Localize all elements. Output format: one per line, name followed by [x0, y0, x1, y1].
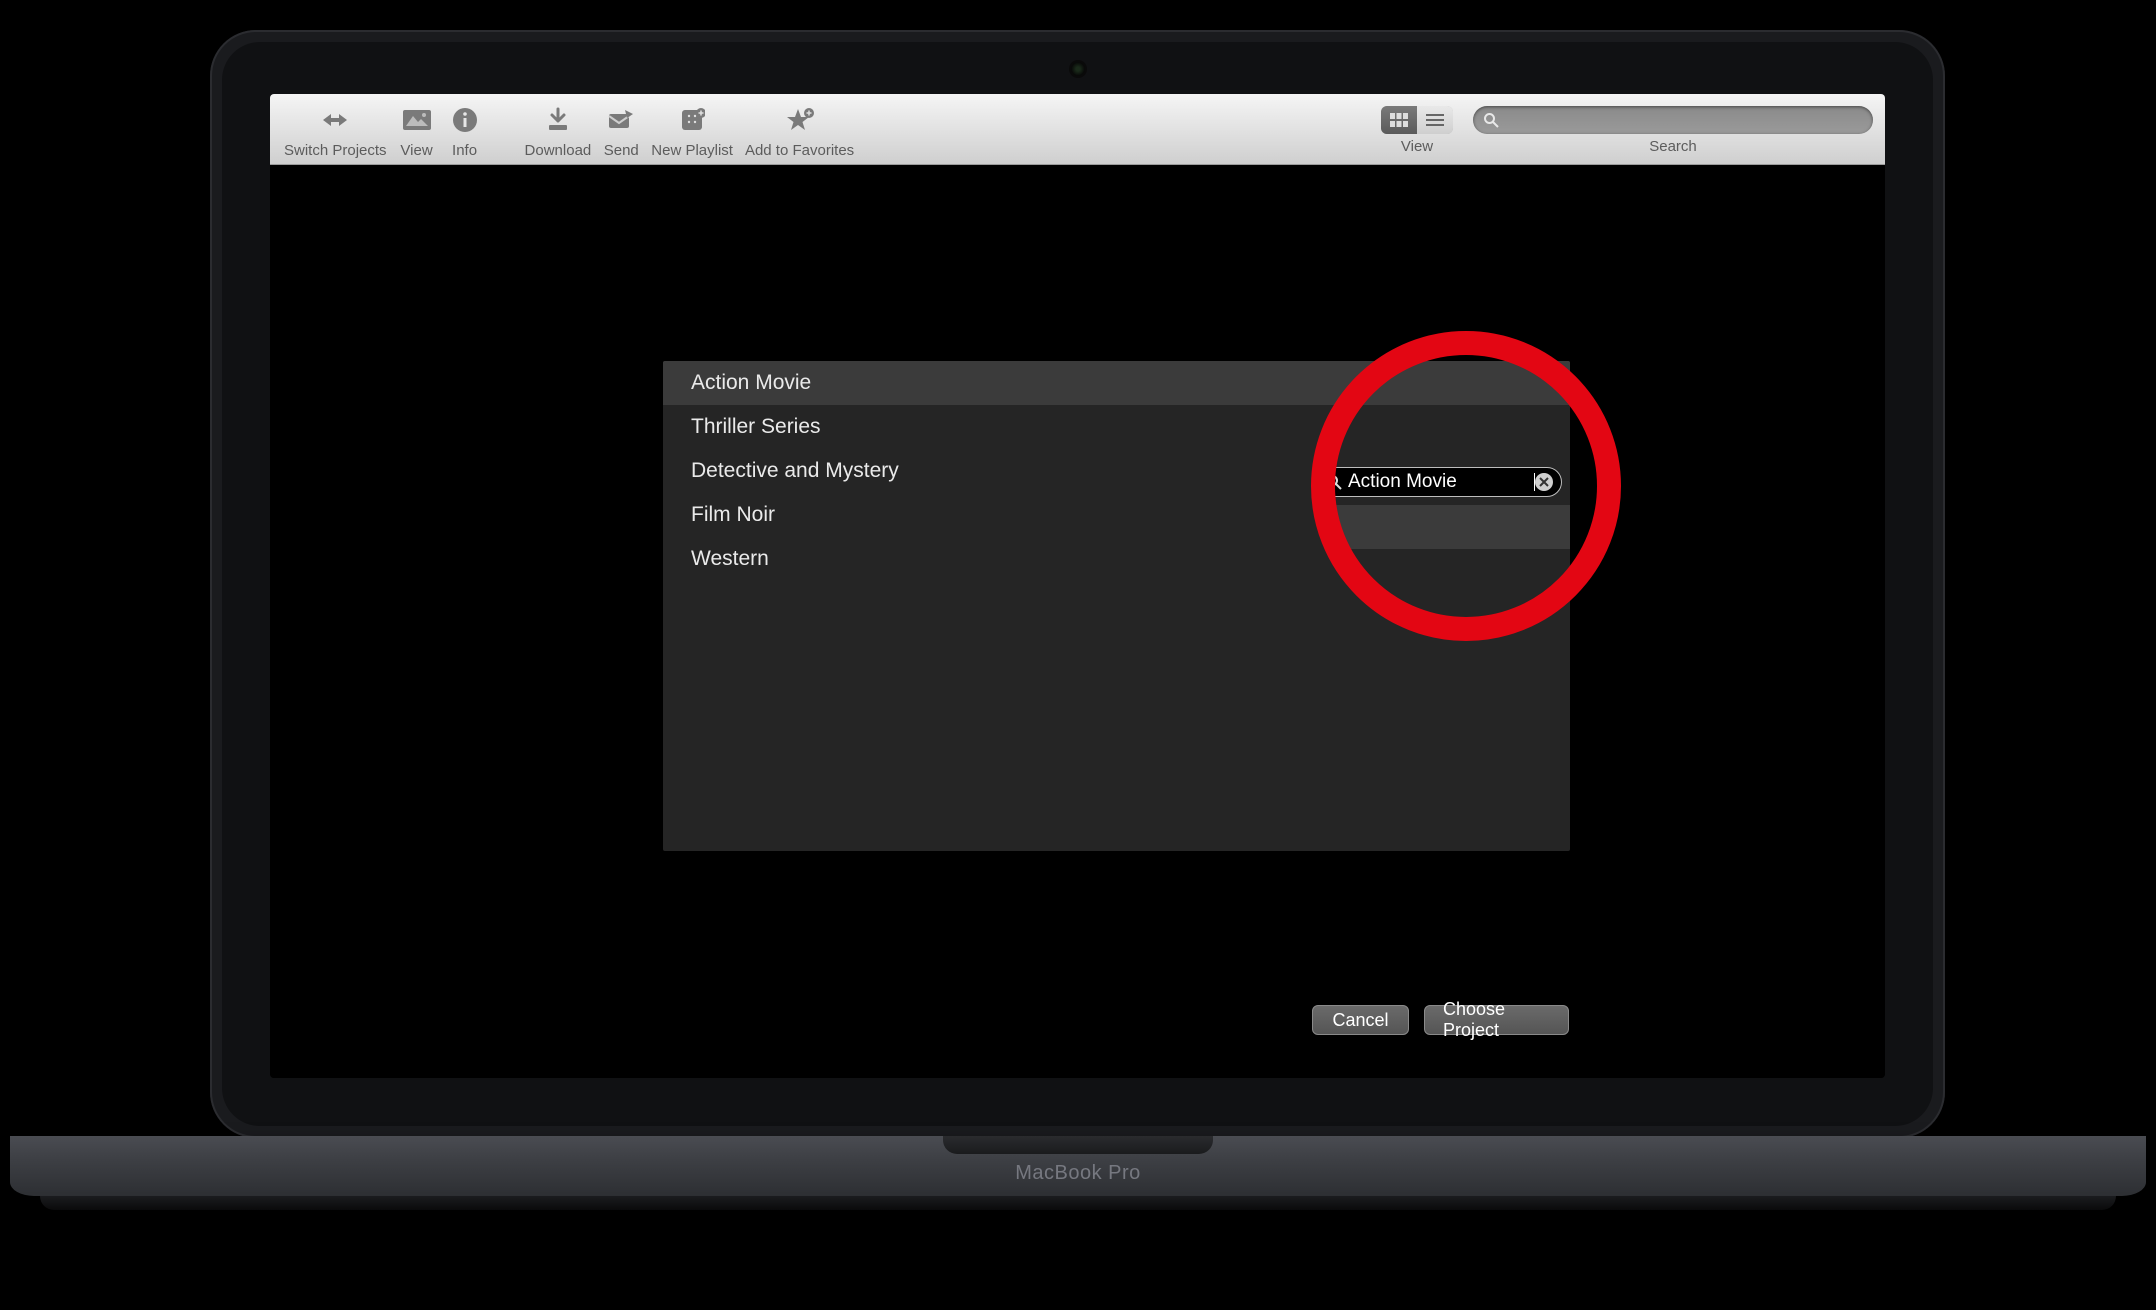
- view-mode-section: View: [1381, 100, 1453, 155]
- grid-view-button[interactable]: [1381, 106, 1417, 134]
- dialog-search-input[interactable]: Action Movie: [1317, 467, 1562, 497]
- device-label: MacBook Pro: [10, 1162, 2146, 1185]
- view-section-label: View: [1401, 138, 1433, 155]
- choose-button-label: Choose Project: [1443, 999, 1550, 1041]
- download-button[interactable]: Download: [525, 100, 592, 159]
- toolbar-label: Switch Projects: [284, 142, 387, 159]
- search-icon: [1326, 474, 1342, 490]
- playlist-add-icon: [674, 102, 710, 138]
- project-item-label: Detective and Mystery: [691, 459, 899, 483]
- project-item-label: Action Movie: [691, 371, 811, 395]
- toolbar-label: Info: [452, 142, 477, 159]
- laptop-deck: MacBook Pro: [0, 1136, 2156, 1220]
- list-view-button[interactable]: [1417, 106, 1453, 134]
- project-chooser-panel: Action Movie Thriller Series Detective a…: [663, 361, 1570, 851]
- toolbar-label: Add to Favorites: [745, 142, 854, 159]
- new-playlist-button[interactable]: New Playlist: [651, 100, 733, 159]
- download-icon: [540, 102, 576, 138]
- project-item-label: Film Noir: [691, 503, 775, 527]
- toolbar-label: View: [400, 142, 432, 159]
- switch-projects-button[interactable]: Switch Projects: [284, 100, 387, 159]
- selection-row-preview: [1325, 505, 1570, 549]
- project-list-item[interactable]: Thriller Series: [663, 405, 1570, 449]
- project-item-label: Western: [691, 547, 769, 571]
- laptop-deck-bottom: [40, 1196, 2116, 1210]
- view-button[interactable]: View: [399, 100, 435, 159]
- info-icon: [447, 102, 483, 138]
- app-body: Action Movie Thriller Series Detective a…: [270, 165, 1885, 1078]
- search-icon: [1483, 112, 1499, 128]
- laptop-notch: [943, 1136, 1213, 1154]
- add-favorite-button[interactable]: Add to Favorites: [745, 100, 854, 159]
- screen: Switch Projects View Info: [270, 94, 1885, 1078]
- toolbar-label: Send: [604, 142, 639, 159]
- toolbar-search-section: Search: [1473, 100, 1873, 155]
- laptop-deck-top: MacBook Pro: [10, 1136, 2146, 1196]
- send-button[interactable]: Send: [603, 100, 639, 159]
- send-icon: [603, 102, 639, 138]
- camera-dot: [1071, 62, 1085, 76]
- cancel-button-label: Cancel: [1332, 1010, 1388, 1031]
- info-button[interactable]: Info: [447, 100, 483, 159]
- laptop-bezel: Switch Projects View Info: [222, 42, 1933, 1126]
- project-item-label: Thriller Series: [691, 415, 821, 439]
- toolbar-label: New Playlist: [651, 142, 733, 159]
- choose-project-button[interactable]: Choose Project: [1424, 1005, 1569, 1035]
- close-icon: [1539, 477, 1549, 487]
- toolbar: Switch Projects View Info: [270, 94, 1885, 165]
- landscape-icon: [399, 102, 435, 138]
- dialog-search-value: Action Movie: [1348, 471, 1533, 493]
- search-section-label: Search: [1649, 138, 1697, 155]
- laptop-frame: Switch Projects View Info: [210, 30, 1945, 1138]
- view-segmented-control[interactable]: [1381, 106, 1453, 134]
- star-plus-icon: [782, 102, 818, 138]
- clear-search-button[interactable]: [1535, 473, 1553, 491]
- arrows-cycle-icon: [317, 102, 353, 138]
- toolbar-label: Download: [525, 142, 592, 159]
- project-list-item[interactable]: Action Movie: [663, 361, 1570, 405]
- toolbar-search-input[interactable]: [1473, 106, 1873, 134]
- cancel-button[interactable]: Cancel: [1312, 1005, 1409, 1035]
